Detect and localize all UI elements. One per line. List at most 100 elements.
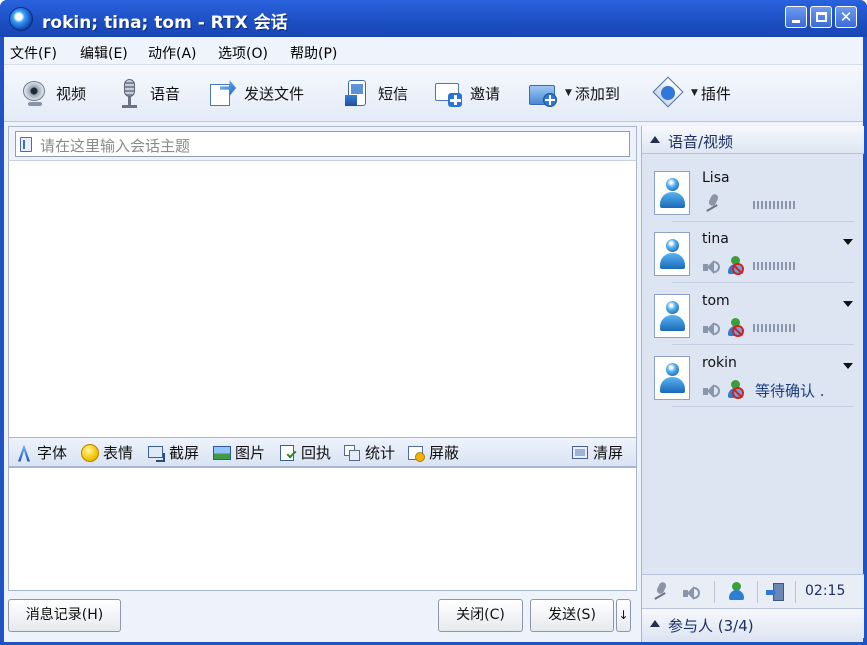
invite-label: 邀请 xyxy=(470,84,501,103)
receipt-label: 回执 xyxy=(301,444,332,462)
format-toolbar: 字体 表情 截屏 图片 回执 统计 屏蔽 清屏 xyxy=(8,438,637,467)
webcam-icon xyxy=(20,78,50,108)
block-button[interactable]: 屏蔽 xyxy=(407,442,459,463)
send-options-button[interactable]: ↓ xyxy=(616,599,631,632)
emoticon-button[interactable]: 表情 xyxy=(81,442,133,463)
block-icon xyxy=(407,444,425,462)
participant-name: Lisa xyxy=(702,170,730,186)
call-timer: 02:15 xyxy=(805,583,846,599)
separator xyxy=(795,581,796,603)
participant-name: rokin xyxy=(702,355,737,371)
person-blocked-icon xyxy=(727,256,745,276)
menu-help[interactable]: 帮助(P) xyxy=(290,43,337,63)
clear-screen-button[interactable]: 清屏 xyxy=(571,442,623,463)
send-file-label: 发送文件 xyxy=(244,84,305,103)
sms-label: 短信 xyxy=(378,84,409,103)
participants-header[interactable]: 参与人 (3/4) xyxy=(642,608,864,638)
maximize-button[interactable] xyxy=(810,6,832,28)
send-button[interactable]: 发送(S) xyxy=(530,599,614,632)
stats-icon xyxy=(343,444,361,462)
close-chat-button[interactable]: 关闭(C) xyxy=(438,599,523,632)
invite-button[interactable]: 邀请 xyxy=(434,77,500,109)
stats-label: 统计 xyxy=(365,444,396,462)
voice-button[interactable]: 语音 xyxy=(114,77,180,109)
title-bar[interactable]: rokin; tina; tom - RTX 会话 ✕ xyxy=(0,0,867,37)
chevron-down-icon[interactable] xyxy=(843,363,853,369)
participant-tina[interactable]: tina xyxy=(642,225,864,283)
exit-door-icon[interactable] xyxy=(766,582,786,602)
video-button[interactable]: 视频 xyxy=(20,77,86,109)
send-file-button[interactable]: 发送文件 xyxy=(208,77,304,109)
picture-label: 图片 xyxy=(235,444,266,462)
collapse-triangle-icon xyxy=(650,620,660,627)
volume-meter xyxy=(753,324,797,332)
screenshot-label: 截屏 xyxy=(169,444,200,462)
voice-video-panel: 语音/视频 Lisa tina tom rokin 等待确认 . 02:15 参… xyxy=(641,126,864,642)
message-history-button[interactable]: 消息记录(H) xyxy=(8,599,121,632)
contact-icon[interactable] xyxy=(728,582,746,602)
voice-controls-bar: 02:15 xyxy=(642,574,864,608)
chat-pane: 请在这里输入会话主题 字体 表情 截屏 图片 回执 统计 屏蔽 清屏 消息记录(… xyxy=(8,126,637,637)
close-window-button[interactable]: ✕ xyxy=(835,6,857,28)
subject-bar: 请在这里输入会话主题 xyxy=(8,126,637,160)
sms-phone-icon xyxy=(342,78,372,108)
sms-button[interactable]: 短信 xyxy=(342,77,408,109)
toolbar: 视频 语音 发送文件 短信 邀请 ▼ 添加到 ▼ 插件 xyxy=(4,65,863,122)
participant-rokin[interactable]: rokin 等待确认 . xyxy=(642,349,864,407)
emoticon-label: 表情 xyxy=(103,444,134,462)
volume-meter xyxy=(753,201,797,209)
speaker-icon xyxy=(702,258,720,276)
add-to-label: 添加到 xyxy=(574,84,620,103)
avatar xyxy=(654,232,690,276)
participant-tom[interactable]: tom xyxy=(642,287,864,345)
volume-meter xyxy=(753,262,797,270)
person-blocked-icon xyxy=(727,380,745,400)
video-label: 视频 xyxy=(56,84,87,103)
avatar xyxy=(654,171,690,215)
font-label: 字体 xyxy=(37,444,68,462)
maximize-icon xyxy=(816,12,827,22)
plugins-button[interactable]: ▼ 插件 xyxy=(652,76,731,109)
subject-input[interactable]: 请在这里输入会话主题 xyxy=(15,131,630,157)
participant-lisa[interactable]: Lisa xyxy=(642,164,864,222)
chevron-down-icon[interactable] xyxy=(843,239,853,245)
menu-action[interactable]: 动作(A) xyxy=(148,43,197,63)
chat-window: rokin; tina; tom - RTX 会话 ✕ 文件(F) 编辑(E) … xyxy=(0,0,867,645)
picture-button[interactable]: 图片 xyxy=(213,442,265,463)
receipt-button[interactable]: 回执 xyxy=(279,442,331,463)
rtx-app-icon xyxy=(9,7,33,31)
voice-label: 语音 xyxy=(150,84,181,103)
message-input[interactable] xyxy=(8,467,637,591)
plugin-icon xyxy=(652,76,684,108)
collapse-triangle-icon xyxy=(650,136,660,143)
smiley-icon xyxy=(81,443,99,462)
font-icon xyxy=(15,444,33,462)
add-folder-icon xyxy=(528,78,558,108)
minimize-button[interactable] xyxy=(785,6,807,28)
menu-edit[interactable]: 编辑(E) xyxy=(80,43,128,63)
arrow-down-icon: ↓ xyxy=(618,608,629,622)
microphone-toggle-icon[interactable] xyxy=(652,582,670,602)
voice-video-title: 语音/视频 xyxy=(668,133,734,151)
stats-button[interactable]: 统计 xyxy=(343,442,395,463)
microphone-icon xyxy=(114,78,144,108)
bookmark-icon xyxy=(20,137,32,152)
separator xyxy=(672,406,854,407)
chevron-down-icon[interactable] xyxy=(843,301,853,307)
plugins-dropdown-arrow: ▼ xyxy=(691,88,698,98)
menu-file[interactable]: 文件(F) xyxy=(10,43,57,63)
font-button[interactable]: 字体 xyxy=(15,442,67,463)
separator xyxy=(672,344,854,345)
screenshot-button[interactable]: 截屏 xyxy=(147,442,199,463)
clear-screen-icon xyxy=(571,444,589,462)
speaker-toggle-icon[interactable] xyxy=(682,584,700,602)
speaker-icon xyxy=(702,320,720,338)
close-icon: ✕ xyxy=(839,8,853,26)
voice-video-header[interactable]: 语音/视频 xyxy=(642,126,864,154)
person-blocked-icon xyxy=(727,318,745,338)
avatar xyxy=(654,294,690,338)
plugins-label: 插件 xyxy=(700,84,731,103)
add-to-button[interactable]: ▼ 添加到 xyxy=(528,77,620,109)
message-history[interactable] xyxy=(8,160,637,438)
menu-options[interactable]: 选项(O) xyxy=(218,43,268,63)
